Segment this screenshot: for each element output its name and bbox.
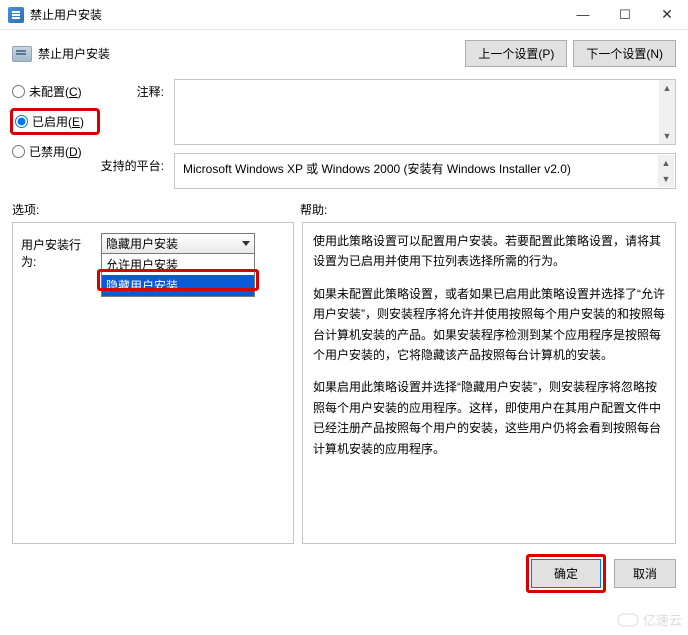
radio-unconfigured[interactable]: 未配置(C) [12, 83, 98, 100]
radio-enabled[interactable]: 已启用(E) [15, 113, 95, 130]
scroll-up-icon[interactable]: ▲ [658, 155, 674, 171]
ok-button[interactable]: 确定 [531, 559, 601, 588]
help-header: 帮助: [300, 201, 676, 218]
window-buttons: — ☐ ✕ [562, 0, 688, 30]
policy-title: 禁止用户安装 [38, 45, 465, 62]
watermark-text: 亿速云 [643, 610, 682, 629]
radio-enabled-label: 已启用(E) [32, 113, 84, 130]
help-paragraph-1: 使用此策略设置可以配置用户安装。若要配置此策略设置，请将其设置为已启用并使用下拉… [313, 231, 665, 272]
help-paragraph-2: 如果未配置此策略设置，或者如果已启用此策略设置并选择了“允许用户安装”，则安装程… [313, 284, 665, 366]
options-header: 选项: [12, 201, 300, 218]
highlight-ok-button: 确定 [526, 554, 606, 593]
behavior-label: 用户安装行为: [21, 233, 95, 270]
dropdown-item-allow[interactable]: 允许用户安装 [102, 254, 254, 275]
policy-icon [12, 46, 32, 62]
platform-label: 支持的平台: [98, 153, 164, 174]
scroll-down-icon[interactable]: ▼ [659, 128, 675, 144]
platform-value: Microsoft Windows XP 或 Windows 2000 (安装有… [183, 162, 571, 176]
comment-scrollbar[interactable]: ▲ ▼ [659, 80, 675, 144]
options-panel: 用户安装行为: 隐藏用户安装 允许用户安装 隐藏用户安装 [12, 222, 294, 544]
dropdown-item-hide[interactable]: 隐藏用户安装 [102, 275, 254, 296]
maximize-button[interactable]: ☐ [604, 0, 646, 30]
radio-disabled-label: 已禁用(D) [29, 143, 82, 160]
chevron-down-icon [242, 241, 250, 246]
comment-label: 注释: [98, 79, 164, 100]
comment-textarea[interactable] [174, 79, 676, 145]
window-title: 禁止用户安装 [30, 6, 562, 23]
footer: 确定 取消 [0, 544, 688, 603]
highlight-enabled-radio: 已启用(E) [10, 108, 100, 135]
comment-row: 注释: ▲ ▼ [98, 79, 676, 145]
behavior-dropdown-wrap: 隐藏用户安装 允许用户安装 隐藏用户安装 [101, 233, 255, 254]
right-column: 注释: ▲ ▼ 支持的平台: Microsoft Windows XP 或 Wi… [98, 79, 676, 189]
platform-scrollbar[interactable]: ▲ ▼ [658, 155, 674, 187]
scroll-down-icon[interactable]: ▼ [658, 171, 674, 187]
behavior-dropdown-list: 允许用户安装 隐藏用户安装 [101, 253, 255, 297]
config-row: 未配置(C) 已启用(E) 已禁用(D) 注释: ▲ ▼ 支持的平台: [0, 73, 688, 193]
radio-unconfigured-input[interactable] [12, 85, 25, 98]
close-button[interactable]: ✕ [646, 0, 688, 30]
prev-setting-button[interactable]: 上一个设置(P) [465, 40, 567, 67]
behavior-selected: 隐藏用户安装 [106, 235, 178, 252]
nav-buttons: 上一个设置(P) 下一个设置(N) [465, 40, 676, 67]
radio-disabled[interactable]: 已禁用(D) [12, 143, 98, 160]
app-icon [8, 7, 24, 23]
help-panel: 使用此策略设置可以配置用户安装。若要配置此策略设置，请将其设置为已启用并使用下拉… [302, 222, 676, 544]
main-row: 用户安装行为: 隐藏用户安装 允许用户安装 隐藏用户安装 使用此策略设置可以配置… [0, 222, 688, 544]
title-bar: 禁止用户安装 — ☐ ✕ [0, 0, 688, 30]
minimize-button[interactable]: — [562, 0, 604, 30]
radio-group: 未配置(C) 已启用(E) 已禁用(D) [12, 79, 98, 160]
radio-disabled-input[interactable] [12, 145, 25, 158]
section-headers: 选项: 帮助: [0, 193, 688, 222]
cancel-button[interactable]: 取消 [614, 559, 676, 588]
radio-enabled-input[interactable] [15, 115, 28, 128]
scroll-up-icon[interactable]: ▲ [659, 80, 675, 96]
behavior-dropdown[interactable]: 隐藏用户安装 [101, 233, 255, 254]
watermark: 亿速云 [617, 610, 682, 629]
next-setting-button[interactable]: 下一个设置(N) [573, 40, 676, 67]
behavior-field: 用户安装行为: 隐藏用户安装 允许用户安装 隐藏用户安装 [21, 233, 285, 270]
platform-row: 支持的平台: Microsoft Windows XP 或 Windows 20… [98, 153, 676, 189]
platform-box: Microsoft Windows XP 或 Windows 2000 (安装有… [174, 153, 676, 189]
radio-unconfigured-label: 未配置(C) [29, 83, 82, 100]
sub-header: 禁止用户安装 上一个设置(P) 下一个设置(N) [0, 30, 688, 73]
help-paragraph-3: 如果启用此策略设置并选择“隐藏用户安装”，则安装程序将忽略按照每个用户安装的应用… [313, 377, 665, 459]
cloud-icon [617, 613, 639, 627]
